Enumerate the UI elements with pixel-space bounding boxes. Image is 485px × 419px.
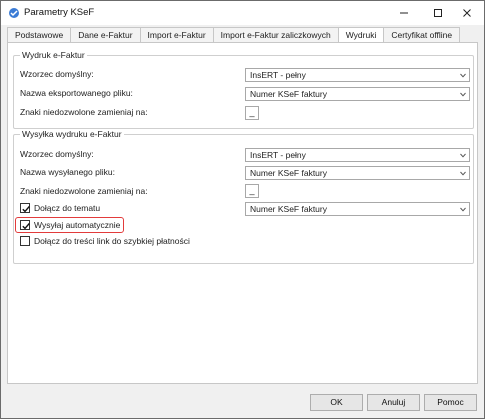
export-file-name-label: Nazwa eksportowanego pliku: [20,88,133,98]
minimize-icon [400,12,408,14]
tab-strip: Podstawowe Dane e-Faktur Import e-Faktur… [7,27,461,44]
sent-file-name-select[interactable]: Numer KSeF faktury [245,166,470,180]
print-group: Wydruk e-Faktur Wzorzec domyślny: InsERT… [13,50,474,129]
attach-to-subject-select[interactable]: Numer KSeF faktury [245,202,470,216]
print-group-legend: Wydruk e-Faktur [20,50,87,61]
minimize-button[interactable] [387,1,421,25]
tab-import-e-faktur[interactable]: Import e-Faktur [140,27,214,43]
maximize-icon [434,9,442,17]
send-automatically-label: Wysyłaj automatycznie [34,220,121,230]
checkmark-icon [22,223,30,230]
send-default-template-label: Wzorzec domyślny: [20,149,94,159]
send-default-template-value: InsERT - pełny [250,150,306,160]
send-group: Wysyłka wydruku e-Faktur Wzorzec domyśln… [13,129,474,264]
close-button[interactable] [450,1,484,25]
send-replace-chars-label: Znaki niedozwolone zamieniaj na: [20,186,148,196]
chevron-down-icon [460,153,466,158]
send-group-legend: Wysyłka wydruku e-Faktur [20,129,124,140]
checkmark-icon [22,206,30,213]
send-automatically-row[interactable]: Wysyłaj automatycznie [20,220,120,230]
attach-to-subject-row[interactable]: Dołącz do tematu [20,203,100,213]
attach-to-subject-checkbox[interactable] [20,203,30,213]
chevron-down-icon [460,207,466,212]
sent-file-name-value: Numer KSeF faktury [250,168,327,178]
tab-dane-e-faktur[interactable]: Dane e-Faktur [71,27,141,43]
title-bar: Parametry KSeF [1,1,484,25]
help-button[interactable]: Pomoc [424,394,477,411]
sent-file-name-label: Nazwa wysyłanego pliku: [20,167,115,177]
export-file-name-select[interactable]: Numer KSeF faktury [245,87,470,101]
tab-podstawowe[interactable]: Podstawowe [7,27,72,43]
print-replace-chars-label: Znaki niedozwolone zamieniaj na: [20,107,148,117]
print-default-template-value: InsERT - pełny [250,70,306,80]
window-title: Parametry KSeF [24,7,95,18]
ok-button[interactable]: OK [310,394,363,411]
chevron-down-icon [460,73,466,78]
chevron-down-icon [460,171,466,176]
attach-link-label: Dołącz do treści link do szybkiej płatno… [34,236,190,246]
send-automatically-checkbox[interactable] [20,220,30,230]
attach-link-checkbox[interactable] [20,236,30,246]
send-default-template-select[interactable]: InsERT - pełny [245,148,470,162]
attach-to-subject-label: Dołącz do tematu [34,203,101,213]
print-default-template-label: Wzorzec domyślny: [20,69,94,79]
app-icon [8,7,20,19]
chevron-down-icon [460,92,466,97]
dialog-window: Parametry KSeF Podstawowe Dane e-Faktur … [0,0,485,419]
tab-import-e-faktur-zaliczkowych[interactable]: Import e-Faktur zaliczkowych [213,27,339,43]
send-replace-chars-input[interactable]: _ [245,184,259,198]
attach-link-row[interactable]: Dołącz do treści link do szybkiej płatno… [20,236,190,246]
close-icon [463,9,471,17]
print-default-template-select[interactable]: InsERT - pełny [245,68,470,82]
tab-certyfikat-offline[interactable]: Certyfikat offline [384,27,461,43]
export-file-name-value: Numer KSeF faktury [250,89,327,99]
wydruki-panel: Wydruk e-Faktur Wzorzec domyślny: InsERT… [7,42,478,384]
print-replace-chars-input[interactable]: _ [245,106,259,120]
attach-to-subject-value: Numer KSeF faktury [250,204,327,214]
cancel-button[interactable]: Anuluj [367,394,420,411]
